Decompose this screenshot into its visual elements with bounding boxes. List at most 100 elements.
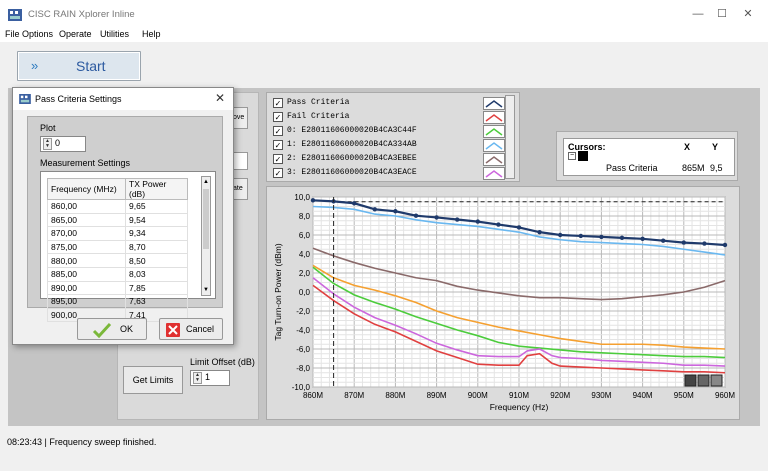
legend-label: 3: E28011606000020B4CA3EACE	[287, 168, 417, 177]
frequency-cell[interactable]: 895,00	[47, 294, 126, 309]
dialog-close-icon[interactable]: ✕	[215, 91, 225, 105]
collapse-icon[interactable]: −	[568, 152, 576, 160]
y-tick-label: 10,0	[294, 193, 310, 202]
tx-power-cell[interactable]: 9,34	[125, 226, 188, 241]
tx-power-cell[interactable]: 7,63	[125, 294, 188, 309]
legend-item[interactable]: ✓ Fail Criteria	[273, 111, 513, 125]
maximize-button[interactable]: ☐	[712, 6, 732, 22]
frequency-sweep-chart[interactable]: 10,08,06,04,02,00,0-2,0-4,0-6,0-8,0-10,0…	[267, 187, 741, 421]
start-label: Start	[76, 58, 106, 74]
tx-power-cell[interactable]: 8,70	[125, 239, 188, 255]
line-swatch-icon[interactable]	[483, 111, 505, 124]
checkbox-icon[interactable]: ✓	[273, 140, 283, 150]
data-point	[578, 233, 583, 239]
cursor-panel: Cursors: X Y − Pass Criteria 865M 9,5	[556, 131, 738, 181]
cursor-color-swatch[interactable]	[578, 151, 588, 161]
table-row[interactable]: 865,00 9,54	[47, 212, 188, 228]
frequency-cell[interactable]: 880,00	[47, 253, 126, 268]
data-point	[702, 241, 707, 246]
menu-help[interactable]: Help	[142, 29, 161, 39]
frequency-cell[interactable]: 885,00	[47, 266, 126, 282]
data-point	[537, 229, 542, 235]
title-bar: CISC RAIN Xplorer Inline — ☐ ✕	[0, 0, 768, 28]
start-button[interactable]: » Start	[17, 51, 141, 81]
legend-item[interactable]: ✓ 0: E28011606000020B4CA3C44F	[273, 125, 513, 139]
tx-power-cell[interactable]: 7,85	[125, 280, 188, 296]
partial-button-1[interactable]: ove	[232, 107, 248, 129]
checkbox-icon[interactable]: ✓	[273, 154, 283, 164]
scroll-thumb[interactable]	[203, 189, 209, 249]
legend-scrollbar[interactable]	[505, 95, 515, 179]
pan-icon[interactable]	[697, 374, 710, 387]
spin-arrows-icon[interactable]: ▲ ▼	[193, 372, 202, 384]
plot-stepper[interactable]: ▲ ▼ 0	[40, 136, 86, 152]
app-icon	[19, 94, 31, 104]
minimize-button[interactable]: —	[688, 6, 708, 22]
y-tick-label: 4,0	[299, 250, 311, 259]
app-icon	[8, 9, 22, 21]
data-point	[640, 236, 645, 241]
table-row[interactable]: 895,00 7,63	[47, 294, 188, 309]
spin-arrows-icon[interactable]: ▲ ▼	[43, 138, 52, 150]
menu-operate[interactable]: Operate	[59, 29, 92, 39]
menu-utilities[interactable]: Utilities	[100, 29, 129, 39]
table-row[interactable]: 875,00 8,70	[47, 239, 188, 255]
legend-label: 0: E28011606000020B4CA3C44F	[287, 126, 417, 135]
get-limits-button[interactable]: Get Limits	[123, 366, 183, 394]
data-point	[352, 201, 357, 206]
legend-label: 2: E28011606000020B4CA3EBEE	[287, 154, 417, 163]
table-row[interactable]: 870,00 9,34	[47, 226, 188, 241]
checkbox-icon[interactable]: ✓	[273, 168, 283, 178]
legend-label: 1: E28011606000020B4CA334AB	[287, 140, 417, 149]
checkbox-icon[interactable]: ✓	[273, 126, 283, 136]
hand-icon[interactable]	[710, 374, 723, 387]
data-point	[393, 209, 398, 214]
line-swatch-icon[interactable]	[483, 167, 505, 180]
checkbox-icon[interactable]: ✓	[273, 98, 283, 108]
check-icon	[92, 322, 112, 338]
line-swatch-icon[interactable]	[483, 139, 505, 152]
frequency-cell[interactable]: 870,00	[47, 226, 126, 241]
ok-button[interactable]: OK	[77, 318, 147, 340]
line-swatch-icon[interactable]	[483, 97, 505, 110]
frequency-cell[interactable]: 875,00	[47, 239, 126, 255]
legend-item[interactable]: ✓ 3: E28011606000020B4CA3EACE	[273, 167, 513, 181]
frequency-cell[interactable]: 890,00	[47, 280, 126, 296]
plot-label: Plot	[40, 123, 56, 133]
frequency-cell[interactable]: 860,00	[47, 199, 126, 214]
window-title: CISC RAIN Xplorer Inline	[28, 9, 135, 20]
table-row[interactable]: 890,00 7,85	[47, 280, 188, 296]
partial-button-3[interactable]: ate	[232, 178, 248, 200]
cancel-button[interactable]: Cancel	[159, 318, 223, 340]
legend-item[interactable]: ✓ 1: E28011606000020B4CA334AB	[273, 139, 513, 153]
table-row[interactable]: 880,00 8,50	[47, 253, 188, 268]
measurement-table-frame: Frequency (MHz) TX Power (dB) 860,00 9,65…	[40, 171, 216, 323]
table-scrollbar[interactable]: ▲ ▼	[201, 176, 211, 296]
legend-label: Fail Criteria	[287, 112, 350, 121]
frequency-cell[interactable]: 865,00	[47, 212, 126, 228]
scroll-up-icon[interactable]: ▲	[203, 179, 209, 185]
table-row[interactable]: 885,00 8,03	[47, 266, 188, 282]
legend-item[interactable]: ✓ 2: E28011606000020B4CA3EBEE	[273, 153, 513, 167]
data-point	[372, 207, 377, 212]
zoom-icon[interactable]	[684, 374, 697, 387]
scroll-down-icon[interactable]: ▼	[203, 287, 209, 293]
checkbox-icon[interactable]: ✓	[273, 112, 283, 122]
limit-offset-stepper[interactable]: ▲ ▼ 1	[190, 370, 230, 386]
legend-item[interactable]: ✓ Pass Criteria	[273, 97, 513, 111]
menu-options[interactable]: Options	[22, 29, 53, 39]
tx-power-cell[interactable]: 8,50	[125, 253, 188, 268]
partial-field[interactable]	[232, 152, 248, 170]
tx-power-cell[interactable]: 8,03	[125, 266, 188, 282]
close-button[interactable]: ✕	[738, 6, 758, 22]
data-point	[434, 215, 439, 220]
menu-file[interactable]: File	[5, 29, 20, 39]
line-swatch-icon[interactable]	[483, 153, 505, 166]
tx-power-cell[interactable]: 9,65	[125, 199, 188, 214]
double-chevron-right-icon: »	[31, 58, 39, 73]
legend-label: Pass Criteria	[287, 98, 350, 107]
tx-power-cell[interactable]: 9,54	[125, 212, 188, 228]
table-row[interactable]: 860,00 9,65	[47, 199, 188, 214]
line-swatch-icon[interactable]	[483, 125, 505, 138]
data-point	[599, 234, 604, 240]
